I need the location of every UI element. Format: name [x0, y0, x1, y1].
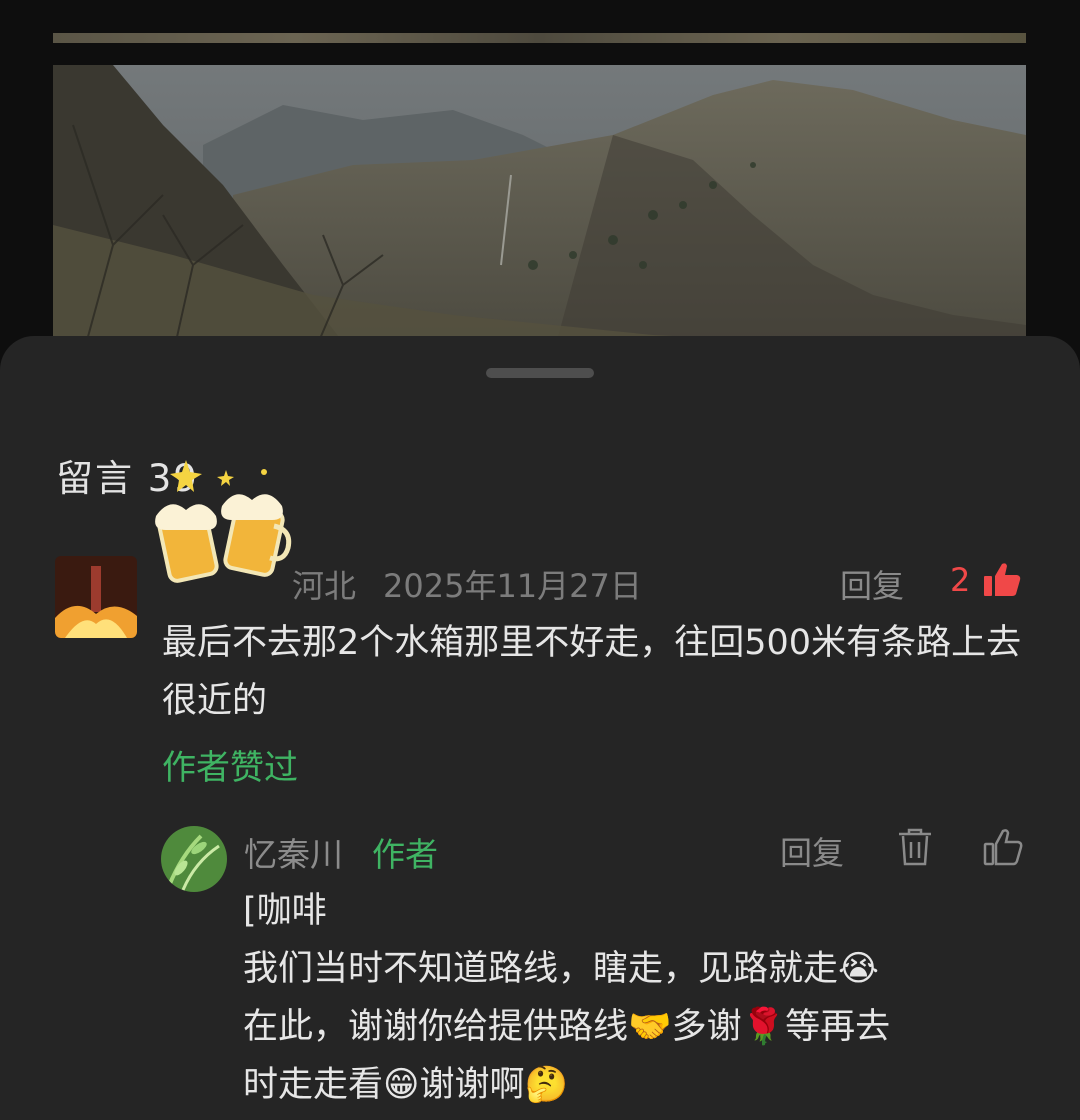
article-photo-mountains[interactable]	[53, 65, 1026, 355]
reply-username[interactable]: 忆秦川	[244, 828, 343, 876]
thumbs-up-outline-icon[interactable]	[982, 826, 1024, 868]
reply-line: [咖啡	[243, 891, 327, 931]
reply-line: 时走走看😁谢谢啊🤔	[243, 1065, 569, 1105]
author-liked-badge: 作者赞过	[162, 748, 298, 788]
reply-body: [咖啡 我们当时不知道路线，瞎走，见路就走😭 在此，谢谢你给提供路线🤝多谢🌹等再…	[243, 882, 1043, 1114]
reply-reply-button[interactable]: 回复	[780, 828, 844, 874]
comment-location: 河北	[292, 567, 357, 605]
comments-sheet: 留言 39 河北 2025年11月27日 回复 2 最后不去那2个水箱那里不好走…	[0, 336, 1080, 1120]
sheet-drag-handle[interactable]	[486, 368, 594, 378]
reply-avatar[interactable]	[161, 826, 227, 892]
previous-photo-edge	[53, 33, 1026, 43]
commenter-avatar[interactable]	[55, 556, 137, 638]
reply-line: 我们当时不知道路线，瞎走，见路就走😭	[243, 949, 879, 989]
comment-date: 2025年11月27日	[383, 567, 642, 605]
thumbs-up-filled-icon[interactable]	[982, 560, 1022, 600]
comment-like-count: 2	[950, 561, 971, 599]
comment-body: 最后不去那2个水箱那里不好走，往回500米有条路上去很近的	[162, 623, 1022, 721]
comment-reply-button[interactable]: 回复	[840, 561, 904, 607]
cheers-beer-sticker	[155, 460, 292, 583]
author-tag: 作者	[372, 835, 438, 874]
reply-line: 在此，谢谢你给提供路线🤝多谢🌹等再去	[243, 1007, 891, 1047]
trash-icon[interactable]	[896, 826, 934, 868]
